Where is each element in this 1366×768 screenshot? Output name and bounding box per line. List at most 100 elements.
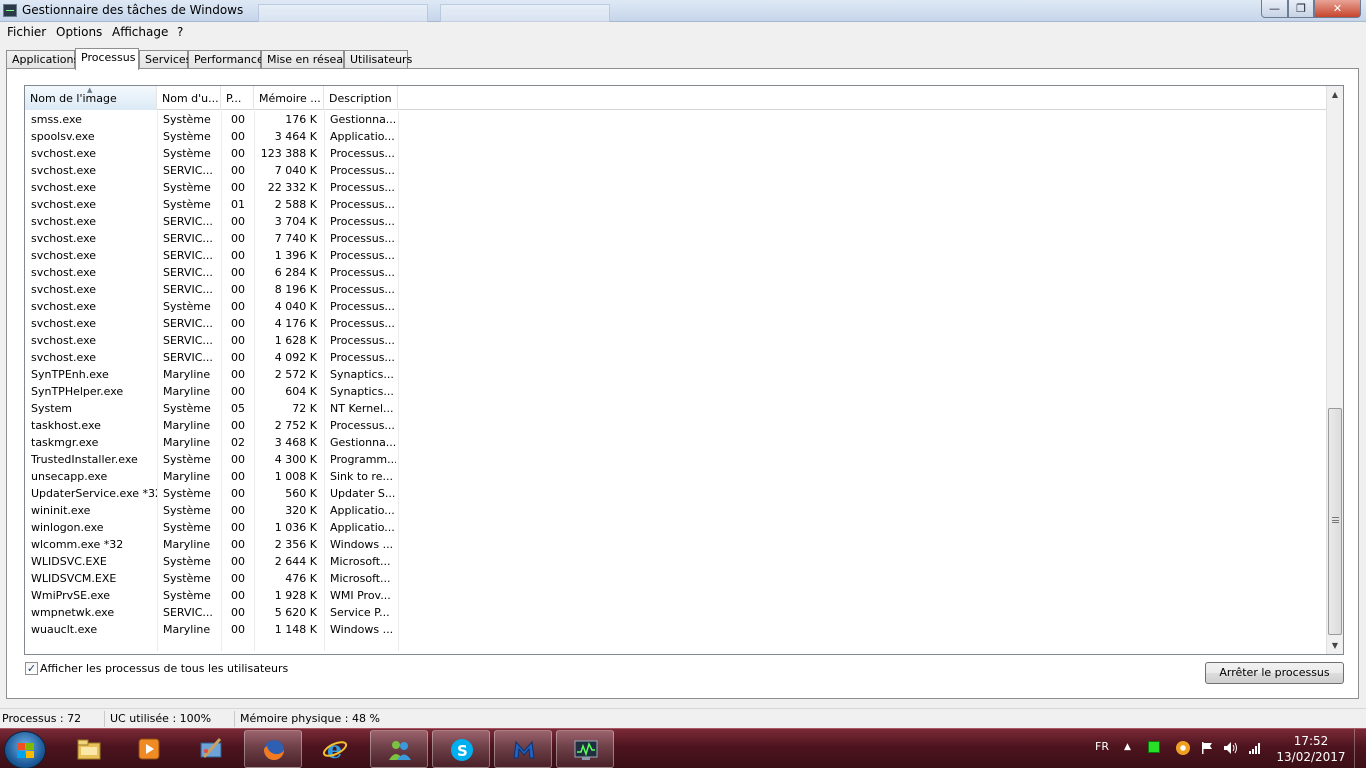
vertical-scrollbar[interactable]: ▲ ▼: [1326, 86, 1343, 654]
show-all-users-checkbox[interactable]: ✓: [25, 662, 38, 675]
table-row[interactable]: winlogon.exe Système 00 1 036 K Applicatio..…: [25, 519, 1327, 536]
show-all-users-label[interactable]: Afficher les processus de tous les utili…: [40, 662, 288, 675]
table-row[interactable]: wuauclt.exe Maryline 00 1 148 K Windows ...: [25, 621, 1327, 638]
process-user-name: Système: [163, 402, 211, 415]
column-header-user-name[interactable]: Nom d'u...: [157, 86, 221, 110]
list-header: ▲ Nom de l'image Nom d'u... P... Mémoire…: [25, 86, 1327, 110]
process-description: Processus...: [330, 249, 395, 262]
table-row[interactable]: svchost.exe Système 01 2 588 K Processus...: [25, 196, 1327, 213]
process-image-name: TrustedInstaller.exe: [31, 453, 138, 466]
table-row[interactable]: svchost.exe SERVIC... 00 8 196 K Processus..…: [25, 281, 1327, 298]
taskbar-paint[interactable]: [182, 730, 240, 768]
update-tray-icon[interactable]: [1176, 741, 1190, 755]
process-image-name: taskmgr.exe: [31, 436, 99, 449]
table-row[interactable]: SynTPHelper.exe Maryline 00 604 K Synaptics.…: [25, 383, 1327, 400]
menu-options[interactable]: Options: [56, 25, 102, 39]
process-image-name: svchost.exe: [31, 147, 97, 160]
table-row[interactable]: WLIDSVCM.EXE Système 00 476 K Microsoft...: [25, 570, 1327, 587]
maximize-button[interactable]: ❐: [1288, 0, 1314, 18]
green-status-icon[interactable]: [1148, 741, 1160, 753]
taskbar-internet-explorer[interactable]: e: [306, 730, 364, 768]
table-row[interactable]: svchost.exe SERVIC... 00 1 628 K Processus..…: [25, 332, 1327, 349]
table-row[interactable]: taskmgr.exe Maryline 02 3 468 K Gestionna...: [25, 434, 1327, 451]
show-desktop-button[interactable]: [1354, 729, 1366, 768]
process-memory: 123 388 K: [260, 147, 317, 160]
table-row[interactable]: wmpnetwk.exe SERVIC... 00 5 620 K Service P.…: [25, 604, 1327, 621]
start-button[interactable]: [4, 731, 46, 768]
process-cpu: 00: [231, 419, 245, 432]
tab-applications[interactable]: Applications: [6, 50, 79, 69]
process-user-name: Maryline: [163, 538, 211, 551]
process-description: Processus...: [330, 198, 395, 211]
table-row[interactable]: WmiPrvSE.exe Système 00 1 928 K WMI Prov...: [25, 587, 1327, 604]
process-description: Applicatio...: [330, 504, 395, 517]
taskbar-messenger[interactable]: [370, 730, 428, 768]
tab-utilisateurs[interactable]: Utilisateurs: [344, 50, 412, 69]
table-row[interactable]: smss.exe Système 00 176 K Gestionna...: [25, 111, 1327, 128]
table-row[interactable]: svchost.exe SERVIC... 00 1 396 K Processus..…: [25, 247, 1327, 264]
task-manager-app-icon: [3, 4, 17, 17]
table-row[interactable]: spoolsv.exe Système 00 3 464 K Applicatio...: [25, 128, 1327, 145]
process-description: WMI Prov...: [330, 589, 391, 602]
tab-performance[interactable]: Performance: [188, 50, 264, 69]
tab-processus[interactable]: Processus: [75, 48, 139, 70]
column-header-memory[interactable]: Mémoire ...: [254, 86, 324, 110]
table-row[interactable]: svchost.exe SERVIC... 00 7 740 K Processus..…: [25, 230, 1327, 247]
scroll-up-arrow-icon[interactable]: ▲: [1327, 86, 1343, 103]
paint-icon: [200, 738, 222, 758]
menu-fichier[interactable]: Fichier: [7, 25, 46, 39]
process-user-name: SERVIC...: [163, 164, 213, 177]
table-row[interactable]: svchost.exe Système 00 22 332 K Processus...: [25, 179, 1327, 196]
process-user-name: Maryline: [163, 419, 211, 432]
table-row[interactable]: wininit.exe Système 00 320 K Applicatio...: [25, 502, 1327, 519]
table-row[interactable]: svchost.exe SERVIC... 00 3 704 K Processus..…: [25, 213, 1327, 230]
table-row[interactable]: svchost.exe SERVIC... 00 7 040 K Processus..…: [25, 162, 1327, 179]
close-button[interactable]: ✕: [1314, 0, 1361, 18]
scroll-down-arrow-icon[interactable]: ▼: [1327, 637, 1343, 654]
status-physical-memory: Mémoire physique : 48 %: [240, 712, 380, 725]
process-image-name: svchost.exe: [31, 317, 97, 330]
process-image-name: spoolsv.exe: [31, 130, 95, 143]
table-row[interactable]: TrustedInstaller.exe Système 00 4 300 K Prog…: [25, 451, 1327, 468]
table-row[interactable]: WLIDSVC.EXE Système 00 2 644 K Microsoft...: [25, 553, 1327, 570]
table-row[interactable]: SynTPEnh.exe Maryline 00 2 572 K Synaptics..…: [25, 366, 1327, 383]
taskbar-clock[interactable]: 17:52 13/02/2017: [1276, 733, 1346, 765]
process-user-name: Système: [163, 198, 211, 211]
taskbar-firefox[interactable]: [244, 730, 302, 768]
table-row[interactable]: taskhost.exe Maryline 00 2 752 K Processus..…: [25, 417, 1327, 434]
table-row[interactable]: svchost.exe SERVIC... 00 4 092 K Processus..…: [25, 349, 1327, 366]
taskbar-skype[interactable]: S: [432, 730, 490, 768]
menu-help[interactable]: ?: [177, 25, 183, 39]
process-list[interactable]: ▲ Nom de l'image Nom d'u... P... Mémoire…: [24, 85, 1344, 655]
table-row[interactable]: svchost.exe Système 00 123 388 K Processus..…: [25, 145, 1327, 162]
table-row[interactable]: System Système 05 72 K NT Kernel...: [25, 400, 1327, 417]
table-row[interactable]: svchost.exe Système 00 4 040 K Processus...: [25, 298, 1327, 315]
volume-icon[interactable]: [1223, 741, 1237, 755]
action-center-flag-icon[interactable]: [1200, 741, 1214, 755]
column-header-cpu[interactable]: P...: [221, 86, 254, 110]
process-user-name: SERVIC...: [163, 283, 213, 296]
table-row[interactable]: svchost.exe SERVIC... 00 4 176 K Processus..…: [25, 315, 1327, 332]
language-indicator[interactable]: FR: [1095, 740, 1109, 768]
network-signal-icon[interactable]: [1248, 741, 1262, 755]
scrollbar-thumb[interactable]: [1328, 408, 1342, 635]
column-header-description[interactable]: Description: [324, 86, 398, 110]
process-memory: 5 620 K: [274, 606, 317, 619]
table-row[interactable]: svchost.exe SERVIC... 00 6 284 K Processus..…: [25, 264, 1327, 281]
tab-mise-en-reseau[interactable]: Mise en réseau: [261, 50, 350, 69]
taskbar-explorer[interactable]: [60, 730, 118, 768]
table-row[interactable]: UpdaterService.exe *32 Système 00 560 K Upda…: [25, 485, 1327, 502]
table-row[interactable]: unsecapp.exe Maryline 00 1 008 K Sink to re.…: [25, 468, 1327, 485]
taskbar-malwarebytes[interactable]: [494, 730, 552, 768]
tab-services[interactable]: Services: [139, 50, 191, 69]
minimize-button[interactable]: —: [1261, 0, 1288, 18]
table-row[interactable]: wlcomm.exe *32 Maryline 00 2 356 K Windows .…: [25, 536, 1327, 553]
taskbar-media-player[interactable]: [120, 730, 178, 768]
process-cpu: 00: [231, 555, 245, 568]
svg-text:e: e: [327, 737, 342, 761]
show-hidden-icons-arrow-icon[interactable]: ▲: [1124, 742, 1131, 768]
taskbar-task-manager[interactable]: [556, 730, 614, 768]
menu-affichage[interactable]: Affichage: [112, 25, 168, 39]
end-process-button[interactable]: Arrêter le processus: [1205, 662, 1344, 684]
column-header-image-name[interactable]: ▲ Nom de l'image: [25, 86, 157, 110]
